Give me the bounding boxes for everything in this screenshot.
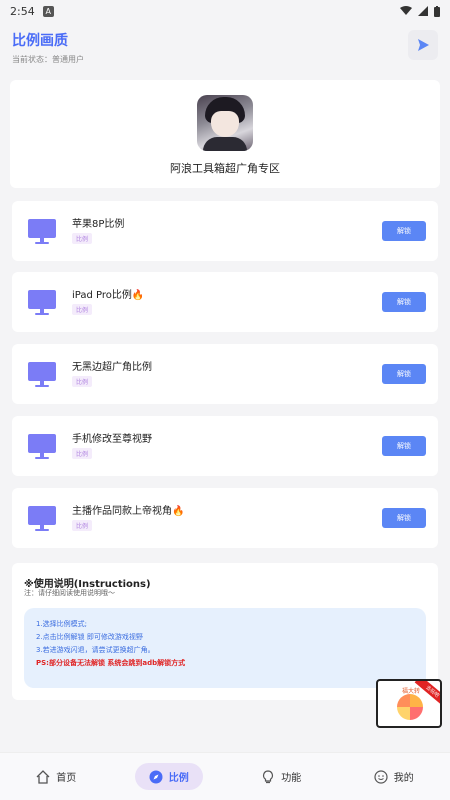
home-icon	[36, 769, 50, 784]
hero-title: 阿浪工具箱超广角专区	[170, 162, 280, 175]
promo-float-button[interactable]: 福大转 去玩吧	[376, 679, 442, 728]
nav-item-features[interactable]: 功能	[247, 763, 315, 790]
unlock-button[interactable]: 解锁	[382, 292, 426, 312]
nav-label: 我的	[393, 773, 414, 784]
play-button[interactable]	[408, 30, 438, 60]
card-tag: 比例	[72, 233, 93, 244]
card-title: 主播作品同款上帝视角🔥	[72, 506, 185, 517]
nav-item-profile[interactable]: 我的	[360, 763, 428, 790]
ratio-card: iPad Pro比例🔥 比例 解锁	[12, 272, 438, 332]
monitor-icon	[28, 219, 56, 244]
avatar	[197, 95, 253, 151]
nav-item-home[interactable]: 首页	[22, 763, 90, 790]
ratio-card: 主播作品同款上帝视角🔥 比例 解锁	[12, 488, 438, 548]
unlock-button[interactable]: 解锁	[382, 508, 426, 528]
signal-icon	[418, 6, 428, 16]
instruction-warning: PS:部分设备无法解锁 系统会跳到adb解锁方式	[36, 659, 186, 667]
monitor-icon	[28, 434, 56, 459]
card-title: 手机修改至尊视野	[72, 434, 152, 445]
nav-label: 功能	[281, 773, 302, 784]
instruction-line: 3.若进游戏闪退，请尝试更换超广角。	[36, 646, 155, 654]
card-tag: 比例	[72, 304, 93, 315]
compass-icon	[149, 770, 163, 783]
instructions-note: 注：请仔细阅读使用说明哦～	[24, 589, 115, 597]
status-time: 2:54	[10, 4, 35, 18]
nav-label: 比例	[168, 773, 189, 784]
user-status: 当前状态：普通用户	[12, 55, 84, 64]
bottom-nav: 首页 比例 功能 我的	[0, 752, 450, 800]
monitor-icon	[28, 290, 56, 315]
card-title: 无黑边超广角比例	[72, 362, 152, 373]
instruction-line: 1.选择比例模式;	[36, 620, 88, 628]
app-header: 比例画质 当前状态：普通用户	[0, 22, 450, 70]
card-title: iPad Pro比例🔥	[72, 290, 145, 301]
nav-label: 首页	[56, 773, 77, 784]
wifi-icon	[400, 6, 412, 15]
unlock-button[interactable]: 解锁	[382, 221, 426, 241]
instructions-card: ※使用说明(Instructions) 注：请仔细阅读使用说明哦～ 1.选择比例…	[12, 563, 438, 700]
play-icon	[418, 39, 429, 51]
card-title: 苹果8P比例	[72, 219, 125, 230]
prize-wheel-icon	[397, 694, 423, 720]
instruction-line: 2.点击比例解锁 即可修改游戏视野	[36, 633, 143, 641]
battery-icon	[434, 5, 440, 17]
notification-icon: A	[42, 5, 54, 17]
lightbulb-icon	[263, 769, 274, 783]
nav-item-ratio[interactable]: 比例	[134, 763, 203, 790]
unlock-button[interactable]: 解锁	[382, 436, 426, 456]
monitor-icon	[28, 362, 56, 387]
card-tag: 比例	[72, 376, 93, 387]
card-tag: 比例	[72, 520, 93, 531]
status-bar: 2:54 A	[0, 0, 450, 22]
page-title: 比例画质	[12, 33, 68, 49]
ratio-card: 苹果8P比例 比例 解锁	[12, 201, 438, 261]
smiley-icon	[374, 769, 388, 784]
hero-card: 阿浪工具箱超广角专区	[10, 80, 440, 188]
card-tag: 比例	[72, 448, 93, 459]
monitor-icon	[28, 506, 56, 531]
status-icons	[400, 5, 440, 17]
instructions-box: 1.选择比例模式; 2.点击比例解锁 即可修改游戏视野 3.若进游戏闪退，请尝试…	[24, 608, 426, 688]
ratio-card: 手机修改至尊视野 比例 解锁	[12, 416, 438, 476]
ratio-card: 无黑边超广角比例 比例 解锁	[12, 344, 438, 404]
unlock-button[interactable]: 解锁	[382, 364, 426, 384]
